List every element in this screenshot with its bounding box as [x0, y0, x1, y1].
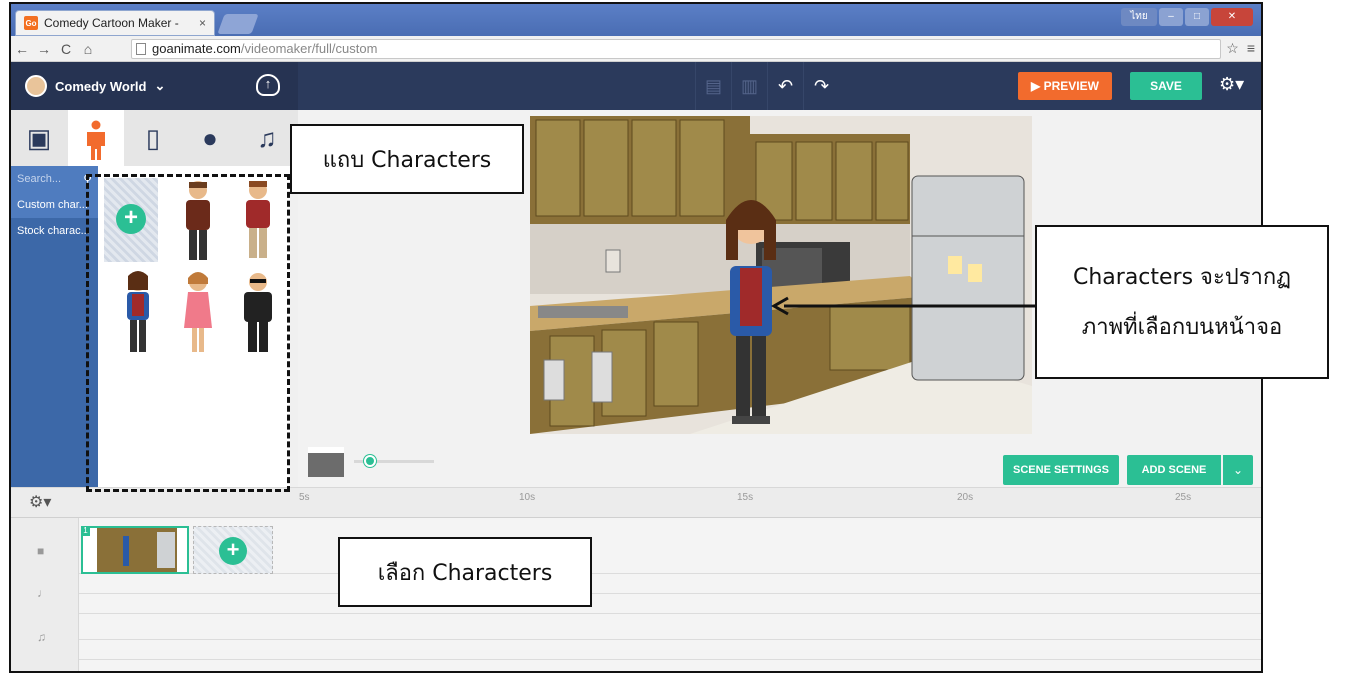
scene-thumbnail[interactable]: 1: [81, 526, 189, 574]
character-list-highlight: [86, 174, 290, 492]
language-button[interactable]: ไทย: [1121, 8, 1157, 26]
chevron-down-icon: ⌄: [154, 78, 166, 93]
undo-icon[interactable]: ↶: [767, 62, 803, 110]
scene-canvas[interactable]: [530, 116, 1032, 434]
menu-icon[interactable]: ≡: [1247, 40, 1255, 57]
video-camera-icon: ■: [37, 544, 45, 558]
tick-label: 5s: [299, 492, 310, 503]
timeline: ⚙▾ 5s 10s 15s 20s 25s ■ ♩ ♫ 1 +: [11, 487, 1261, 671]
new-tab-button[interactable]: [217, 14, 259, 34]
page-icon: [136, 43, 146, 55]
add-scene-dropdown-chevron-icon[interactable]: ⌄: [1223, 455, 1253, 485]
avatar: [25, 75, 47, 97]
display-callout-line1: Characters จะปรากฏ: [1072, 265, 1291, 290]
scene-thumbnail-image: [97, 528, 177, 572]
tick-label: 15s: [737, 492, 754, 503]
goanimate-favicon-icon: Go: [24, 16, 38, 30]
url-path: /videomaker/full/custom: [240, 41, 378, 56]
select-characters-callout: เลือก Characters: [338, 537, 592, 607]
search-input[interactable]: Search... ⚲: [11, 166, 98, 192]
paste-icon[interactable]: ▥: [731, 62, 767, 110]
copy-icon[interactable]: ▤: [695, 62, 731, 110]
close-window-icon[interactable]: ✕: [1211, 8, 1253, 26]
add-scene-thumbnail-button[interactable]: +: [193, 526, 273, 574]
minimize-icon[interactable]: –: [1159, 8, 1183, 26]
add-scene-button[interactable]: ADD SCENE: [1127, 455, 1221, 485]
timeline-ruler: ⚙▾ 5s 10s 15s 20s 25s: [11, 488, 1261, 518]
tab-image-icon[interactable]: ▣: [11, 110, 67, 166]
browser-tabstrip: Go Comedy Cartoon Maker - × ไทย – □ ✕: [11, 4, 1261, 36]
tab-title: Comedy Cartoon Maker -: [44, 16, 179, 30]
sidebar-item-custom[interactable]: Custom char...: [11, 192, 98, 218]
tick-label: 20s: [957, 492, 974, 503]
back-icon[interactable]: ←: [11, 41, 33, 57]
music-note-icon: ♫: [37, 630, 46, 644]
tab-close-icon[interactable]: ×: [199, 16, 206, 30]
search-placeholder: Search...: [17, 173, 62, 185]
timeline-track-music: [79, 614, 1261, 640]
url-host: goanimate.com: [152, 41, 241, 56]
bookmark-star-icon[interactable]: ☆: [1226, 40, 1239, 57]
tab-music-icon[interactable]: ♫: [239, 110, 295, 166]
pointer-arrow-icon: [770, 296, 1036, 316]
sidebar-item-stock[interactable]: Stock charac...: [11, 218, 98, 244]
zoom-out-icon[interactable]: [308, 447, 344, 477]
save-button[interactable]: SAVE: [1130, 72, 1202, 100]
reload-icon[interactable]: C: [55, 41, 77, 57]
library-tabs: ▣ ▯ ● ♫: [11, 110, 298, 166]
redo-icon[interactable]: ↷: [803, 62, 839, 110]
settings-icon[interactable]: ⚙▾: [1219, 74, 1244, 95]
preview-button[interactable]: ▶ PREVIEW: [1018, 72, 1112, 100]
microphone-icon: ♩: [37, 586, 49, 600]
plus-icon: +: [219, 537, 247, 565]
url-input[interactable]: goanimate.com/videomaker/full/custom: [131, 39, 1221, 59]
home-icon[interactable]: ⌂: [77, 41, 99, 57]
forward-icon[interactable]: →: [33, 41, 55, 57]
zoom-slider-handle[interactable]: [364, 455, 376, 467]
world-name: Comedy World: [55, 78, 147, 94]
tab-speech-icon[interactable]: ●: [182, 110, 238, 166]
address-bar: ← → C ⌂ goanimate.com/videomaker/full/cu…: [11, 36, 1261, 62]
scene-number: 1: [81, 526, 90, 536]
browser-tab[interactable]: Go Comedy Cartoon Maker - ×: [15, 10, 215, 36]
world-selector[interactable]: Comedy World ⌄ ↑: [11, 62, 298, 110]
tick-label: 10s: [519, 492, 536, 503]
characters-tab-callout: แถบ Characters: [290, 124, 524, 194]
timeline-track-voice: [79, 594, 1261, 614]
maximize-icon[interactable]: □: [1185, 8, 1209, 26]
grid-scrollbar[interactable]: [290, 166, 298, 500]
timeline-track-voice: [79, 574, 1261, 594]
display-callout: Characters จะปรากฏ ภาพที่เลือกบนหน้าจอ: [1035, 225, 1329, 379]
character-category-sidebar: Search... ⚲ Custom char... Stock charac.…: [11, 166, 98, 500]
tab-phone-icon[interactable]: ▯: [125, 110, 181, 166]
display-callout-line2: ภาพที่เลือกบนหน้าจอ: [1081, 315, 1283, 340]
tab-character-icon[interactable]: [68, 110, 124, 166]
timeline-track-music: [79, 640, 1261, 660]
timeline-track-headers: ■ ♩ ♫: [11, 518, 79, 671]
preview-label: PREVIEW: [1043, 79, 1099, 93]
app-toolbar: Comedy World ⌄ ↑ ▤ ▥ ↶ ↷ ▶ PREVIEW SAVE …: [11, 62, 1261, 110]
upload-icon[interactable]: ↑: [256, 74, 280, 96]
tick-label: 25s: [1175, 492, 1192, 503]
scene-settings-button[interactable]: SCENE SETTINGS: [1003, 455, 1119, 485]
timeline-settings-icon[interactable]: ⚙▾: [29, 492, 51, 512]
window-controls: ไทย – □ ✕: [1121, 8, 1253, 26]
